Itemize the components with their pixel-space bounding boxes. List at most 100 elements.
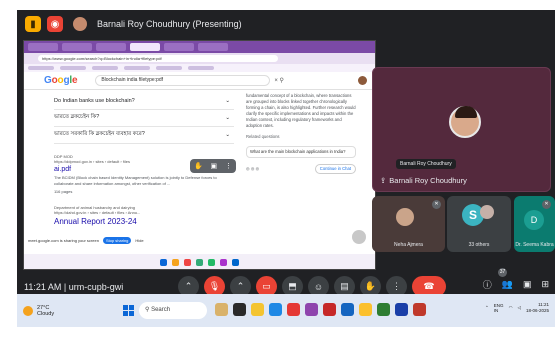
google-search-input[interactable]: Blockchain india filetype:pdf	[95, 75, 271, 86]
taskbar-apps	[215, 303, 426, 316]
result-url: https://ddpmod.gov.in › sites › default …	[54, 159, 130, 164]
search-icon[interactable]: × ⚲	[274, 77, 284, 84]
browser-tab[interactable]	[198, 43, 228, 51]
app-icon[interactable]	[341, 303, 354, 316]
file-explorer-icon[interactable]	[251, 303, 264, 316]
windows-start-icon[interactable]	[123, 305, 134, 316]
shared-app-icon	[196, 258, 203, 266]
others-tile[interactable]: S 33 others	[447, 196, 511, 252]
feedback-icons[interactable]: ◎ ◎ ◎	[246, 166, 259, 172]
presenter-name: Barnali Roy Choudhury	[389, 176, 467, 185]
app-icon[interactable]	[377, 303, 390, 316]
continue-chat-button[interactable]: Continue in Chat	[314, 164, 356, 174]
paa-question[interactable]: ভারতে সরকারি কি ব্লকচেইন ব্যবহার করে? ⌄	[54, 127, 234, 144]
tray-chevron-icon[interactable]: ⌃	[485, 305, 489, 311]
app-icon[interactable]	[287, 303, 300, 316]
app-icon[interactable]	[323, 303, 336, 316]
presenter-name-row: ⇪ Barnali Roy Choudhury	[380, 176, 467, 185]
bookmark[interactable]	[156, 66, 182, 70]
language-indicator[interactable]: ENG IN	[494, 303, 504, 313]
ai-overview-panel: fundamental concept of a blockchain, whe…	[246, 93, 356, 174]
stop-presenting-icon[interactable]: ◉	[47, 16, 63, 32]
shared-app-icon	[220, 258, 227, 266]
browser-tab[interactable]	[164, 43, 194, 51]
app-icon[interactable]	[215, 303, 228, 316]
presenter-avatar	[73, 17, 87, 31]
participant-name: Neha Ajmera	[394, 242, 423, 248]
wifi-icon[interactable]: ◠	[509, 305, 513, 311]
mic-off-icon: ✕	[542, 200, 551, 209]
chevron-down-icon: ⌄	[225, 115, 230, 121]
app-icon[interactable]	[413, 303, 426, 316]
presenter-avatar-photo	[449, 106, 481, 138]
zoom-button[interactable]	[352, 230, 366, 244]
meeting-code: urm-cupb-gwi	[68, 282, 124, 292]
edge-icon[interactable]	[269, 303, 282, 316]
address-bar[interactable]: https://www.google.com/search?q=Blockcha…	[38, 55, 278, 62]
browser-tab[interactable]	[28, 43, 58, 51]
bookmark[interactable]	[124, 66, 150, 70]
browser-tab[interactable]	[62, 43, 92, 51]
activities-icon[interactable]: ⊞	[541, 279, 549, 290]
region: IN	[493, 308, 499, 313]
bookmark[interactable]	[60, 66, 86, 70]
system-tray: ⌃ ENG IN ◠ ◁ 11:21 18-06-2025	[485, 302, 549, 314]
app-icon[interactable]	[233, 303, 246, 316]
participant-initial: D	[524, 210, 544, 230]
floating-toolbar: ✋ ▣ ⋮	[190, 159, 236, 173]
bookmark[interactable]	[28, 66, 54, 70]
google-search-header: Google Blockchain india filetype:pdf × ⚲	[24, 72, 375, 90]
mic-off-icon: ✕	[432, 200, 441, 209]
bookmarks-bar	[24, 64, 375, 72]
others-count: 33 others	[468, 242, 490, 248]
meeting-time: 11:21 AM	[24, 282, 62, 292]
browser-tab[interactable]	[96, 43, 126, 51]
taskbar-clock[interactable]: 11:21 18-06-2025	[526, 302, 549, 314]
meeting-time-code: 11:21 AM | urm-cupb-gwi	[24, 282, 123, 292]
volume-icon[interactable]: ◁	[518, 305, 521, 311]
browser-toolbar: https://www.google.com/search?q=Blockcha…	[24, 53, 375, 64]
presenter-tile[interactable]: Barnali Roy Choudhury ⇪ Barnali Roy Choud…	[372, 67, 551, 192]
shared-taskbar	[24, 254, 375, 269]
paa-question-text: Do Indian banks use blockchain?	[54, 98, 135, 104]
weather-text: 27°C Cloudy	[37, 305, 54, 317]
shared-app-icon	[172, 258, 179, 266]
google-meet-window: ▮ ◉ Barnali Roy Choudhury (Presenting) h…	[17, 10, 555, 327]
result2-title-link[interactable]: Annual Report 2023-24	[54, 217, 234, 226]
participant-tile[interactable]: ✕ Neha Ajmera	[372, 196, 445, 252]
present-pin-icon[interactable]: ▮	[25, 16, 41, 32]
app-icon[interactable]	[395, 303, 408, 316]
bookmark[interactable]	[92, 66, 118, 70]
participant-tile[interactable]: ✕ D Dr. Seema Kabra	[514, 196, 555, 252]
paa-question[interactable]: Do Indian banks use blockchain? ⌄	[54, 93, 234, 110]
bookmark[interactable]	[188, 66, 214, 70]
time-code-separator: |	[63, 282, 67, 292]
result-pages: 116 pages	[54, 189, 73, 194]
windows-taskbar: 27°C Cloudy ⚲ Search ⌃ ENG IN ◠ ◁ 11:21 18-…	[17, 294, 555, 327]
google-logo[interactable]: Google	[44, 75, 78, 86]
participant-count-badge: 37	[498, 268, 507, 277]
app-icon[interactable]	[305, 303, 318, 316]
google-profile-avatar[interactable]	[358, 76, 367, 85]
info-icon[interactable]: ⓘ	[483, 278, 492, 291]
pointer-icon[interactable]: ✋	[194, 162, 203, 170]
chat-icon[interactable]: ▣	[523, 279, 532, 290]
stop-sharing-button[interactable]: Stop sharing	[102, 237, 132, 244]
others-avatar-photo	[480, 205, 494, 219]
browser-tab-active[interactable]	[130, 43, 160, 51]
paa-question[interactable]: ভারতে ব্লকচেইন কি? ⌄	[54, 110, 234, 127]
more-icon[interactable]: ⋮	[225, 162, 232, 170]
shared-screen: https://www.google.com/search?q=Blockcha…	[23, 40, 376, 270]
screen-icon[interactable]: ▣	[211, 162, 218, 170]
paa-question-text: ভারতে সরকারি কি ব্লকচেইন ব্যবহার করে?	[54, 131, 145, 137]
weather-widget[interactable]: 27°C Cloudy	[23, 305, 54, 317]
chevron-down-icon: ⌄	[225, 98, 230, 104]
hide-button[interactable]: Hide	[135, 238, 143, 243]
screen-margin	[0, 0, 17, 341]
taskbar-search[interactable]: ⚲ Search	[139, 302, 207, 319]
related-question[interactable]: What are the main blockchain application…	[246, 146, 356, 158]
people-icon[interactable]: 👥	[502, 279, 513, 290]
ai-actions: ◎ ◎ ◎ Continue in Chat	[246, 164, 356, 174]
shared-app-icon	[232, 258, 239, 266]
chrome-icon[interactable]	[359, 303, 372, 316]
